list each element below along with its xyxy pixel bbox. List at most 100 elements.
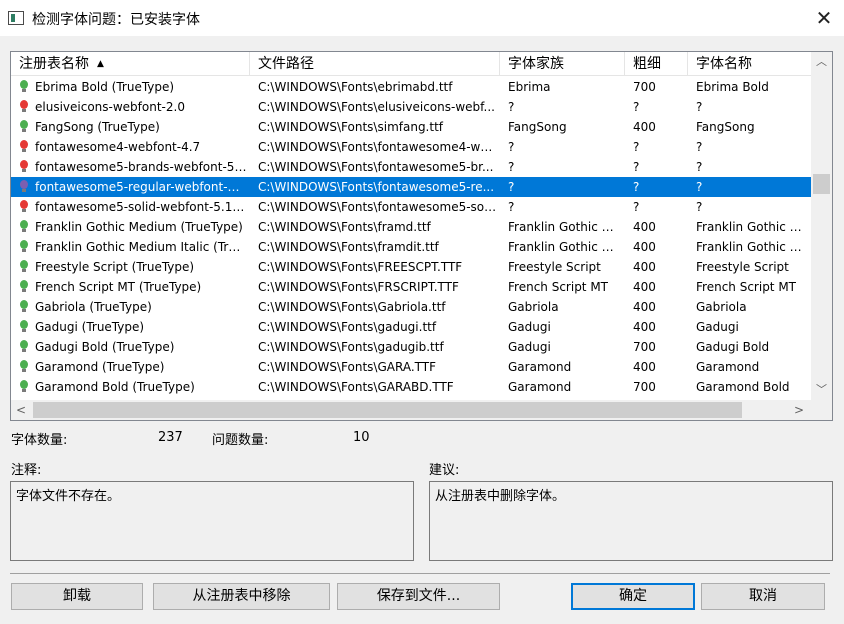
status-bulb-icon — [19, 100, 29, 114]
cell-family: FangSong — [508, 120, 567, 134]
cell-path: C:\WINDOWS\Fonts\FREESCPT.TTF — [258, 260, 463, 274]
status-bulb-icon — [19, 200, 29, 214]
cell-weight: 400 — [633, 260, 656, 274]
cell-path: C:\WINDOWS\Fonts\simfang.ttf — [258, 120, 444, 134]
cell-family: Franklin Gothic M... — [508, 240, 623, 254]
table-row[interactable]: fontawesome5-brands-webfont-5.1... C:\WIN… — [11, 157, 811, 177]
cell-weight: ? — [633, 160, 640, 174]
table-row[interactable]: fontawesome4-webfont-4.7 C:\WINDOWS\Fonts… — [11, 137, 811, 157]
notes-label: 注释: — [11, 463, 42, 478]
vertical-scroll-thumb[interactable] — [813, 174, 830, 194]
table-row[interactable]: Franklin Gothic Medium (TrueType) C:\WIND… — [11, 217, 811, 237]
cell-name: Gadugi Bold (TrueType) — [35, 340, 175, 354]
list-body: Ebrima Bold (TrueType) C:\WINDOWS\Fonts\e… — [11, 77, 811, 397]
cell-family: ? — [508, 200, 515, 214]
cell-family: Gadugi — [508, 320, 551, 334]
cell-weight: 400 — [633, 280, 656, 294]
cell-weight: ? — [633, 180, 640, 194]
cell-path: C:\WINDOWS\Fonts\GARA.TTF — [258, 360, 437, 374]
cell-name: elusiveicons-webfont-2.0 — [35, 100, 185, 114]
status-bulb-icon — [19, 80, 29, 94]
cell-path: C:\WINDOWS\Fonts\fontawesome5-re... — [258, 180, 495, 194]
table-row[interactable]: Freestyle Script (TrueType) C:\WINDOWS\Fo… — [11, 257, 811, 277]
status-bulb-icon — [19, 140, 29, 154]
cell-weight: 700 — [633, 380, 656, 394]
cell-font: ? — [696, 160, 703, 174]
cell-name: FangSong (TrueType) — [35, 120, 160, 134]
cell-path: C:\WINDOWS\Fonts\FRSCRIPT.TTF — [258, 280, 459, 294]
column-header-file-path[interactable]: 文件路径 — [250, 52, 500, 76]
status-bulb-icon — [19, 320, 29, 334]
remove-from-registry-button[interactable]: 从注册表中移除 — [153, 583, 330, 610]
scrollbar-corner — [811, 400, 832, 420]
cell-font: Freestyle Script — [696, 260, 789, 274]
table-row[interactable]: Garamond Bold (TrueType) C:\WINDOWS\Fonts… — [11, 377, 811, 397]
cell-font: French Script MT — [696, 280, 797, 294]
table-row[interactable]: elusiveicons-webfont-2.0 C:\WINDOWS\Fonts… — [11, 97, 811, 117]
table-row[interactable]: fontawesome5-solid-webfont-5.15.4 C:\WIND… — [11, 197, 811, 217]
cell-font: Franklin Gothic Medi — [696, 220, 811, 234]
cell-family: Garamond — [508, 380, 572, 394]
scroll-left-icon[interactable]: < — [11, 400, 31, 420]
cell-name: Freestyle Script (TrueType) — [35, 260, 195, 274]
status-bulb-icon — [19, 380, 29, 394]
cell-font: ? — [696, 140, 703, 154]
column-header-weight[interactable]: 粗细 — [625, 52, 688, 76]
table-row[interactable]: Gadugi (TrueType) C:\WINDOWS\Fonts\gadugi… — [11, 317, 811, 337]
cell-name: fontawesome5-solid-webfont-5.15.4 — [35, 200, 247, 214]
column-header-font-name[interactable]: 字体名称 — [688, 52, 811, 76]
list-header: 注册表名称 ▲ 文件路径 字体家族 粗细 字体名称 — [11, 52, 811, 76]
suggestion-field[interactable]: 从注册表中删除字体。 — [429, 481, 833, 561]
table-row[interactable]: Garamond (TrueType) C:\WINDOWS\Fonts\GARA… — [11, 357, 811, 377]
cell-weight: 700 — [633, 340, 656, 354]
table-row[interactable]: Franklin Gothic Medium Italic (True... C:… — [11, 237, 811, 257]
ok-button[interactable]: 确定 — [571, 583, 695, 610]
cell-family: Gadugi — [508, 340, 551, 354]
column-header-registry-name[interactable]: 注册表名称 ▲ — [11, 52, 250, 76]
table-row[interactable]: Ebrima Bold (TrueType) C:\WINDOWS\Fonts\e… — [11, 77, 811, 97]
status-bulb-icon — [19, 180, 29, 194]
cell-font: ? — [696, 100, 703, 114]
vertical-scrollbar[interactable]: ︿ ﹀ — [811, 52, 832, 400]
cell-font: Gadugi Bold — [696, 340, 770, 354]
horizontal-scroll-thumb[interactable] — [33, 402, 742, 418]
title-bar: 检测字体问题：已安装字体 ✕ — [0, 0, 844, 36]
horizontal-scrollbar[interactable]: < > — [11, 400, 811, 420]
status-bulb-icon — [19, 160, 29, 174]
cell-path: C:\WINDOWS\Fonts\GARABD.TTF — [258, 380, 454, 394]
cell-name: fontawesome4-webfont-4.7 — [35, 140, 201, 154]
cancel-button[interactable]: 取消 — [701, 583, 825, 610]
save-to-file-button[interactable]: 保存到文件... — [337, 583, 500, 610]
status-bulb-icon — [19, 240, 29, 254]
cell-name: Garamond Bold (TrueType) — [35, 380, 195, 394]
table-row[interactable]: fontawesome5-regular-webfont-5.... C:\WIN… — [11, 177, 811, 197]
font-count-value: 237 — [158, 430, 183, 445]
scroll-up-icon[interactable]: ︿ — [811, 52, 832, 72]
table-row[interactable]: FangSong (TrueType) C:\WINDOWS\Fonts\simf… — [11, 117, 811, 137]
cell-font: Franklin Gothic Medi — [696, 240, 811, 254]
scroll-right-icon[interactable]: > — [789, 400, 809, 420]
cell-weight: 400 — [633, 220, 656, 234]
app-icon — [8, 11, 24, 25]
cell-weight: 400 — [633, 120, 656, 134]
notes-field[interactable]: 字体文件不存在。 — [10, 481, 414, 561]
status-bulb-icon — [19, 260, 29, 274]
close-icon[interactable]: ✕ — [812, 6, 836, 30]
cell-name: fontawesome5-regular-webfont-5.... — [35, 180, 247, 194]
cell-weight: ? — [633, 100, 640, 114]
cell-path: C:\WINDOWS\Fonts\framdit.ttf — [258, 240, 439, 254]
table-row[interactable]: French Script MT (TrueType) C:\WINDOWS\Fo… — [11, 277, 811, 297]
sort-ascending-icon: ▲ — [97, 59, 104, 69]
cell-weight: ? — [633, 200, 640, 214]
issue-count-label: 问题数量: — [212, 433, 269, 448]
cell-name: Franklin Gothic Medium Italic (True... — [35, 240, 247, 254]
cell-font: Gabriola — [696, 300, 747, 314]
cell-path: C:\WINDOWS\Fonts\fontawesome5-sol... — [258, 200, 498, 214]
cell-path: C:\WINDOWS\Fonts\fontawesome4-we... — [258, 140, 498, 154]
table-row[interactable]: Gadugi Bold (TrueType) C:\WINDOWS\Fonts\g… — [11, 337, 811, 357]
table-row[interactable]: Gabriola (TrueType) C:\WINDOWS\Fonts\Gabr… — [11, 297, 811, 317]
column-header-font-family[interactable]: 字体家族 — [500, 52, 625, 76]
font-list-view[interactable]: 注册表名称 ▲ 文件路径 字体家族 粗细 字体名称 Ebrima Bold (Tr… — [10, 51, 833, 421]
scroll-down-icon[interactable]: ﹀ — [811, 380, 832, 400]
uninstall-button[interactable]: 卸载 — [11, 583, 143, 610]
